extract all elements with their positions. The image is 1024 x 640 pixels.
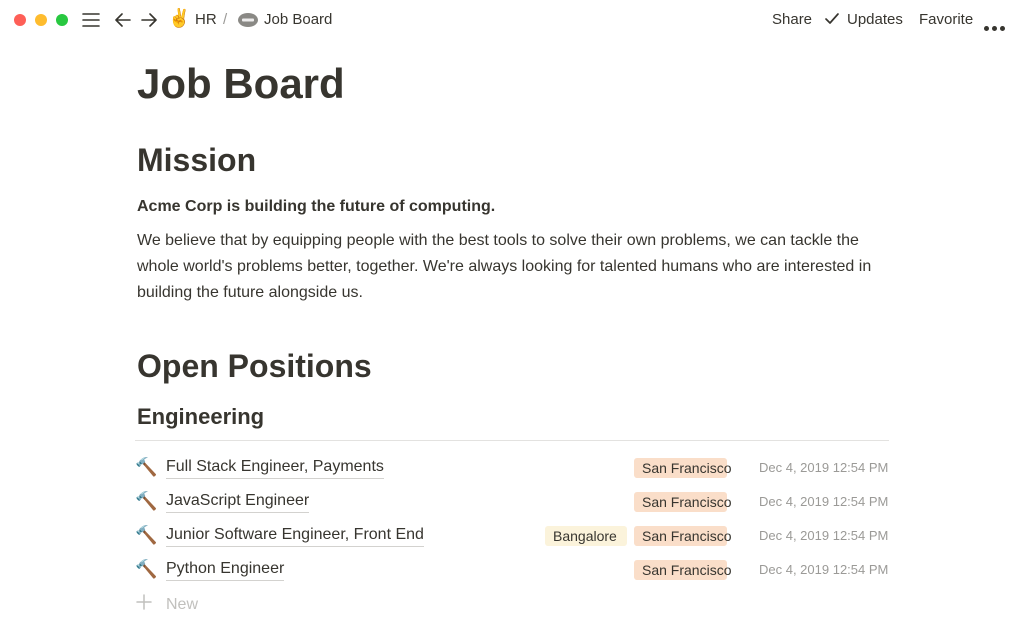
acme-logo-icon — [237, 12, 259, 33]
job-row[interactable]: 🔨 Junior Software Engineer, Front End Ba… — [135, 520, 889, 550]
checkmark-icon — [824, 12, 840, 31]
new-item-button[interactable]: New — [135, 592, 335, 616]
new-item-label: New — [166, 596, 199, 613]
job-title-link[interactable]: Full Stack Engineer, Payments — [166, 457, 384, 479]
location-tag-san-francisco: San Francisco — [634, 492, 731, 512]
hammer-icon: 🔨 — [135, 559, 158, 579]
job-row[interactable]: 🔨 Full Stack Engineer, Payments San Fran… — [135, 452, 889, 482]
job-title-link[interactable]: Python Engineer — [166, 559, 285, 581]
location-tag-san-francisco: San Francisco — [634, 560, 731, 580]
page-title: Job Board — [137, 60, 345, 107]
more-options-icon[interactable] — [984, 18, 1008, 31]
close-window-button[interactable] — [14, 14, 26, 26]
job-date: Dec 4, 2019 12:54 PM — [759, 528, 889, 543]
job-row[interactable]: 🔨 Python Engineer San Francisco Dec 4, 2… — [135, 554, 889, 584]
top-bar: ✌️ HR / Job Board Share Updates Favorite — [0, 0, 1024, 40]
location-tag-san-francisco: San Francisco — [634, 526, 731, 546]
zoom-window-button[interactable] — [56, 14, 68, 26]
breadcrumb-hr[interactable]: HR — [195, 11, 217, 29]
hammer-icon: 🔨 — [135, 525, 158, 545]
engineering-heading: Engineering — [137, 404, 265, 429]
job-date: Dec 4, 2019 12:54 PM — [759, 460, 889, 475]
minimize-window-button[interactable] — [35, 14, 47, 26]
job-row[interactable]: 🔨 JavaScript Engineer San Francisco Dec … — [135, 486, 889, 516]
updates-button[interactable]: Updates — [847, 11, 903, 29]
victory-hand-icon: ✌️ — [168, 8, 191, 28]
location-tag-san-francisco: San Francisco — [634, 458, 731, 478]
favorite-button[interactable]: Favorite — [919, 11, 973, 29]
job-date: Dec 4, 2019 12:54 PM — [759, 562, 889, 577]
back-arrow-icon[interactable] — [112, 10, 134, 30]
hammer-icon: 🔨 — [135, 457, 158, 477]
engineering-divider — [135, 440, 889, 441]
job-date: Dec 4, 2019 12:54 PM — [759, 494, 889, 509]
breadcrumb-job-board[interactable]: Job Board — [264, 11, 332, 29]
share-button[interactable]: Share — [772, 11, 812, 29]
hammer-icon: 🔨 — [135, 491, 158, 511]
mission-heading: Mission — [137, 142, 257, 178]
open-positions-heading: Open Positions — [137, 348, 372, 384]
job-title-link[interactable]: Junior Software Engineer, Front End — [166, 525, 424, 547]
mission-paragraph: We believe that by equipping people with… — [137, 232, 872, 301]
job-title-link[interactable]: JavaScript Engineer — [166, 491, 310, 513]
location-tag-bangalore: Bangalore — [545, 526, 627, 546]
menu-icon[interactable] — [80, 10, 102, 30]
plus-icon — [136, 594, 152, 615]
forward-arrow-icon[interactable] — [138, 10, 160, 30]
breadcrumb-separator: / — [223, 11, 228, 28]
mission-statement: Acme Corp is building the future of comp… — [137, 198, 496, 215]
